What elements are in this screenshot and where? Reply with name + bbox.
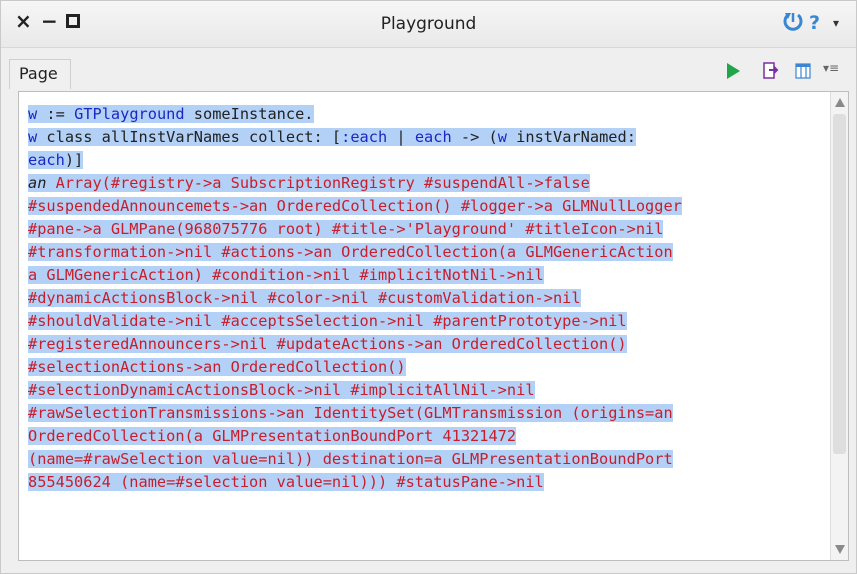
export-icon[interactable] <box>763 62 779 80</box>
code-token: each <box>414 128 452 146</box>
code-line[interactable]: #suspendedAnnouncemets->an OrderedCollec… <box>28 195 827 218</box>
code-token: instVarNamed: <box>506 128 636 146</box>
run-icon[interactable] <box>727 63 740 79</box>
code-token: #selectionActions->an OrderedCollection(… <box>28 358 406 376</box>
code-token: )] <box>64 151 84 169</box>
code-token: w <box>497 128 507 146</box>
code-token: w <box>28 128 38 146</box>
code-line[interactable]: #dynamicActionsBlock->nil #color->nil #c… <box>28 287 827 310</box>
title-bar[interactable]: × − Playground ? ▾ <box>1 1 856 48</box>
code-token: #dynamicActionsBlock->nil #color->nil #c… <box>28 289 581 307</box>
code-token: a GLMGenericAction) #condition->nil #imp… <box>28 266 544 284</box>
code-token: #registeredAnnouncers->nil #updateAction… <box>28 335 627 353</box>
scroll-up-icon[interactable] <box>835 98 845 107</box>
code-line[interactable]: OrderedCollection(a GLMPresentationBound… <box>28 425 827 448</box>
code-line[interactable]: a GLMGenericAction) #condition->nil #imp… <box>28 264 827 287</box>
code-line[interactable]: #rawSelectionTransmissions->an IdentityS… <box>28 402 827 425</box>
scrollbar-thumb[interactable] <box>833 114 846 454</box>
tab-page[interactable]: Page <box>9 59 71 89</box>
code-token: -> ( <box>451 128 498 146</box>
code-line[interactable]: 855450624 (name=#selection value=nil))) … <box>28 471 827 494</box>
code-line[interactable]: #selectionDynamicActionsBlock->nil #impl… <box>28 379 827 402</box>
code-line[interactable]: #pane->a GLMPane(968075776 root) #title-… <box>28 218 827 241</box>
scroll-down-icon[interactable] <box>835 545 845 554</box>
code-token: 855450624 (name=#selection value=nil))) … <box>28 473 544 491</box>
code-token: :each <box>341 128 388 146</box>
code-line[interactable]: #registeredAnnouncers->nil #updateAction… <box>28 333 827 356</box>
code-line[interactable]: #transformation->nil #actions->an Ordere… <box>28 241 827 264</box>
code-line[interactable]: #selectionActions->an OrderedCollection(… <box>28 356 827 379</box>
window-title: Playground <box>380 14 477 34</box>
code-token: #suspendedAnnouncemets->an OrderedCollec… <box>28 197 682 215</box>
code-line[interactable]: an Array(#registry->a SubscriptionRegist… <box>28 172 827 195</box>
code-token: class allInstVarNames collect: [ <box>37 128 342 146</box>
code-token: (name=#rawSelection value=nil)) destinat… <box>28 450 673 468</box>
code-token: #pane->a GLMPane(968075776 root) #title-… <box>28 220 664 238</box>
window-menu-icon[interactable]: ▾ <box>833 13 839 33</box>
code-line[interactable]: w class allInstVarNames collect: [:each … <box>28 126 827 149</box>
code-line[interactable]: #shouldValidate->nil #acceptsSelection->… <box>28 310 827 333</box>
code-token: an <box>28 174 47 192</box>
code-text[interactable]: w := GTPlayground someInstance. w class a… <box>19 92 827 560</box>
code-token: #shouldValidate->nil #acceptsSelection->… <box>28 312 627 330</box>
help-icon[interactable]: ? <box>809 13 820 33</box>
refresh-icon[interactable] <box>782 11 804 33</box>
tab-bar: Page ▾≡ <box>9 53 849 89</box>
code-token: | <box>387 128 415 146</box>
more-menu-icon[interactable]: ▾≡ <box>823 61 839 75</box>
code-token: w <box>28 105 38 123</box>
code-token: OrderedCollection(a GLMPresentationBound… <box>28 427 517 445</box>
code-token: someInstance. <box>184 105 314 123</box>
code-token: Array(#registry->a SubscriptionRegistry … <box>46 174 590 192</box>
code-token: #selectionDynamicActionsBlock->nil #impl… <box>28 381 535 399</box>
code-token: GTPlayground <box>74 105 185 123</box>
code-token: each <box>28 151 65 169</box>
vertical-scrollbar[interactable] <box>830 92 848 560</box>
playground-window: × − Playground ? ▾ Page ▾≡ w := GTPlaygr… <box>0 0 857 574</box>
code-token: #transformation->nil #actions->an Ordere… <box>28 243 673 261</box>
code-token: := <box>37 105 75 123</box>
code-line[interactable]: each)] <box>28 149 827 172</box>
code-line[interactable]: (name=#rawSelection value=nil)) destinat… <box>28 448 827 471</box>
code-editor[interactable]: w := GTPlayground someInstance. w class a… <box>18 91 849 561</box>
inspector-grid-icon[interactable] <box>795 62 811 80</box>
code-line[interactable]: w := GTPlayground someInstance. <box>28 103 827 126</box>
code-token: #rawSelectionTransmissions->an IdentityS… <box>28 404 673 422</box>
